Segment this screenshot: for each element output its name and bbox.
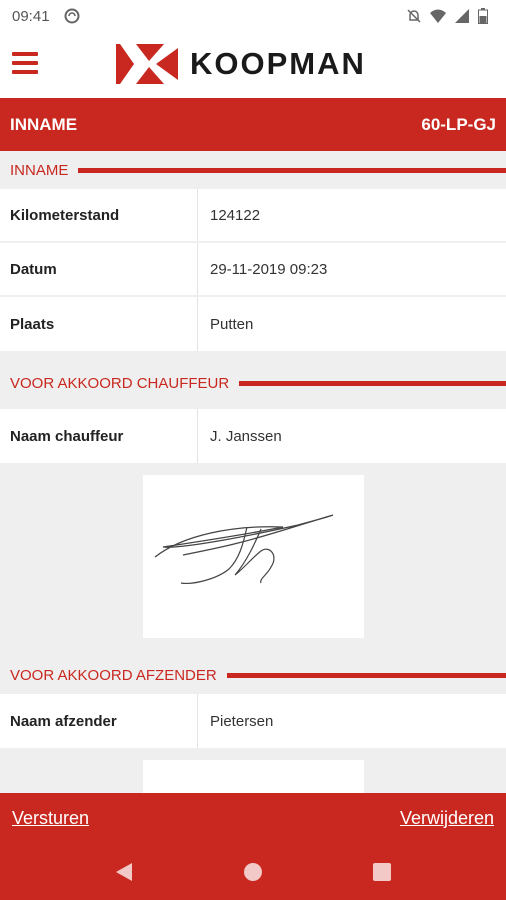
- status-time: 09:41: [12, 7, 50, 25]
- app-header: KOOPMAN: [0, 32, 506, 98]
- field-label: Naam chauffeur: [0, 409, 198, 463]
- system-nav-bar: [0, 843, 506, 900]
- signal-icon: [454, 8, 470, 24]
- send-button[interactable]: Versturen: [12, 808, 89, 829]
- field-value: 29-11-2019 09:23: [210, 260, 328, 278]
- signature-chauffeur[interactable]: [143, 475, 364, 638]
- field-label: Datum: [0, 243, 198, 295]
- title-bar: INNAME 60-LP-GJ: [0, 98, 506, 151]
- section-divider: [226, 672, 506, 678]
- section-title: INNAME: [10, 161, 69, 179]
- recents-icon[interactable]: [371, 861, 393, 883]
- koopman-logo-mark: [116, 44, 178, 84]
- field-value: Putten: [210, 315, 254, 333]
- field-label: Kilometerstand: [0, 189, 198, 241]
- do-not-disturb-icon: [406, 8, 422, 24]
- section-title: VOOR AKKOORD CHAUFFEUR: [10, 374, 230, 392]
- back-icon[interactable]: [113, 861, 135, 883]
- battery-icon: [478, 8, 494, 24]
- field-row-plaats[interactable]: Plaats Putten: [0, 297, 506, 351]
- section-divider: [239, 380, 506, 386]
- page-title: INNAME: [10, 114, 78, 134]
- koopman-logo: KOOPMAN: [116, 44, 366, 84]
- license-plate: 60-LP-GJ: [421, 114, 496, 134]
- section-title: VOOR AKKOORD AFZENDER: [10, 666, 217, 684]
- action-bar: Versturen Verwijderen: [0, 793, 506, 843]
- home-icon[interactable]: [242, 861, 264, 883]
- logo-text: KOOPMAN: [190, 46, 366, 81]
- wifi-icon: [430, 8, 446, 24]
- field-row-naam-chauffeur[interactable]: Naam chauffeur J. Janssen: [0, 409, 506, 463]
- signature-area-afzender: [0, 748, 506, 793]
- status-bar: 09:41: [0, 0, 506, 32]
- field-row-naam-afzender[interactable]: Naam afzender Pietersen: [0, 694, 506, 748]
- section-divider: [78, 167, 506, 173]
- field-row-kilometerstand[interactable]: Kilometerstand 124122: [0, 189, 506, 243]
- menu-icon[interactable]: [12, 52, 38, 74]
- field-label: Plaats: [0, 297, 198, 351]
- section-header-chauffeur: VOOR AKKOORD CHAUFFEUR: [0, 351, 506, 409]
- field-value: J. Janssen: [210, 427, 282, 445]
- field-value: 124122: [210, 206, 261, 224]
- section-header-afzender: VOOR AKKOORD AFZENDER: [0, 656, 506, 694]
- field-value: Pietersen: [210, 712, 274, 730]
- delete-button[interactable]: Verwijderen: [400, 808, 494, 829]
- field-label: Naam afzender: [0, 694, 198, 748]
- signature-area-chauffeur: [0, 463, 506, 656]
- form-content: INNAME Kilometerstand 124122 Datum 29-11…: [0, 151, 506, 793]
- signature-afzender[interactable]: [143, 760, 364, 793]
- field-row-datum[interactable]: Datum 29-11-2019 09:23: [0, 243, 506, 297]
- sync-icon: [64, 8, 80, 24]
- section-header-inname: INNAME: [0, 151, 506, 189]
